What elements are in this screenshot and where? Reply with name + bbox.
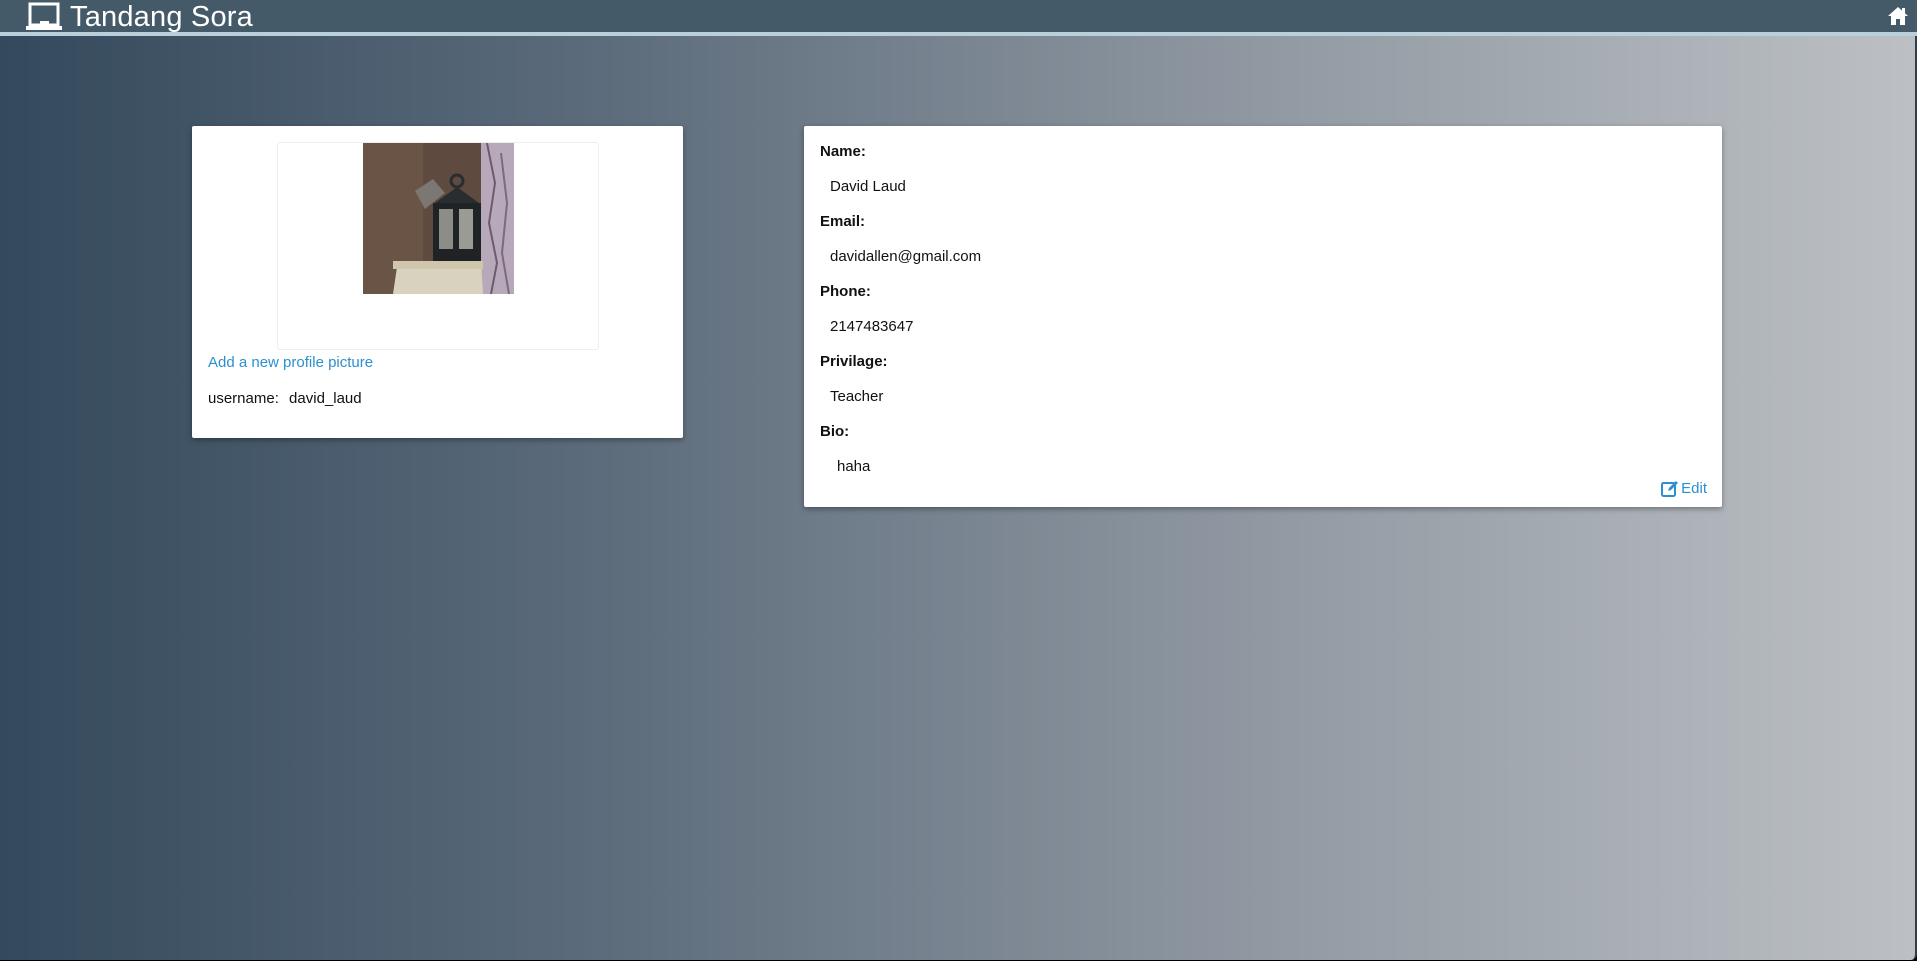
bio-value: haha <box>837 458 871 475</box>
username-label: username: <box>208 390 279 407</box>
profile-card: Add a new profile picture username: davi… <box>192 126 683 438</box>
profile-picture <box>363 143 514 294</box>
edit-label: Edit <box>1681 480 1707 497</box>
add-profile-picture-link[interactable]: Add a new profile picture <box>208 354 373 371</box>
name-value: David Laud <box>830 178 906 195</box>
edit-button[interactable]: Edit <box>1661 480 1707 497</box>
email-value: davidallen@gmail.com <box>830 248 982 265</box>
email-label: Email: <box>820 213 866 230</box>
edit-icon <box>1661 481 1679 497</box>
top-navbar: Tandang Sora <box>0 0 1917 36</box>
bio-label: Bio: <box>820 423 850 440</box>
laptop-icon <box>26 2 62 30</box>
privilage-label: Privilage: <box>820 353 888 370</box>
app-title: Tandang Sora <box>70 1 253 33</box>
home-icon[interactable] <box>1887 6 1909 26</box>
profile-picture-frame <box>277 142 599 350</box>
phone-label: Phone: <box>820 283 871 300</box>
username-row: username: david_laud <box>208 390 362 407</box>
details-card: Name: David Laud Email: davidallen@gmail… <box>804 126 1722 507</box>
name-label: Name: <box>820 143 866 160</box>
brand[interactable]: Tandang Sora <box>26 0 253 34</box>
phone-value: 2147483647 <box>830 318 914 335</box>
privilage-value: Teacher <box>830 388 884 405</box>
username-value: david_laud <box>289 390 362 407</box>
